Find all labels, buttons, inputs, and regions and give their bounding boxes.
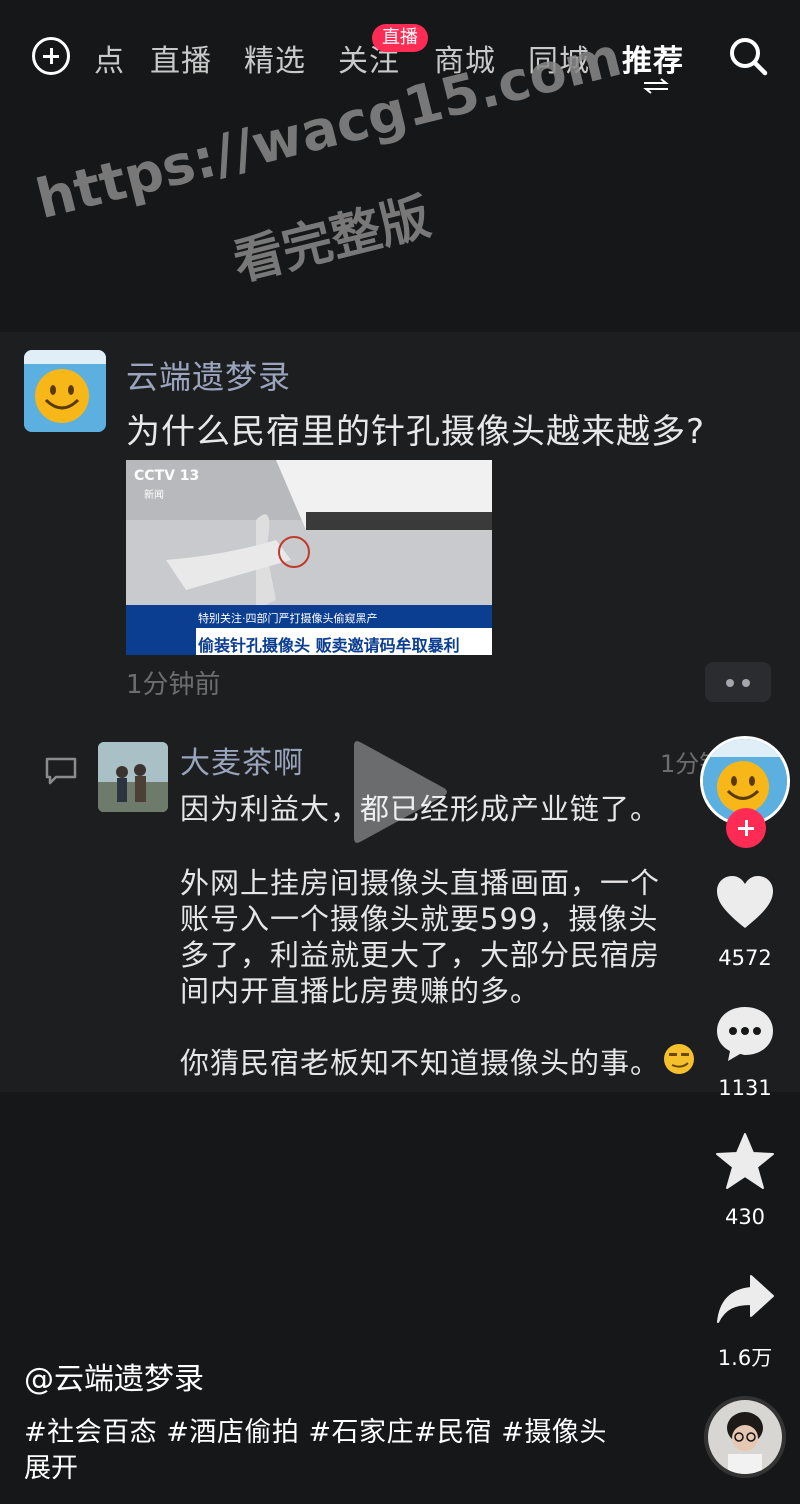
share-count: 1.6万 xyxy=(717,1346,773,1370)
like-count: 4572 xyxy=(718,946,772,970)
cctv-logo-sub: 新闻 xyxy=(144,490,164,501)
couple-photo-icon xyxy=(98,742,168,812)
reply-author-name[interactable]: 大麦茶啊 xyxy=(180,738,304,782)
reply-line: 你猜民宿老板知不知道摄像头的事。 xyxy=(180,1046,661,1080)
watermark: https://wacg15.com 看完整版 xyxy=(20,25,627,300)
share-icon[interactable] xyxy=(715,1270,775,1330)
watermark-text: 看完整版 xyxy=(227,187,436,292)
music-disc-avatar[interactable] xyxy=(704,1396,786,1478)
post-author-name[interactable]: 云端遗梦录 xyxy=(126,352,291,398)
cctv-logo: CCTV 13 xyxy=(134,468,200,484)
favorite-count: 430 xyxy=(724,1205,766,1229)
live-badge: 直播 xyxy=(372,24,428,52)
star-icon[interactable] xyxy=(715,1132,775,1192)
tab-recommended[interactable]: 推荐 xyxy=(622,36,684,80)
dot-icon xyxy=(726,679,734,687)
smiley-icon xyxy=(24,350,106,432)
reply-line: 间内开直播比房费赚的多。 xyxy=(180,974,541,1008)
post-question: 为什么民宿里的针孔摄像头越来越多? xyxy=(126,412,706,452)
smirk-emoji-icon xyxy=(664,1044,694,1074)
follow-plus-button[interactable] xyxy=(726,808,766,848)
hashtags[interactable]: #社会百态 #酒店偷拍 #石家庄#民宿 #摄像头 xyxy=(24,1410,607,1449)
post-time: 1分钟前 xyxy=(126,670,221,700)
play-icon[interactable] xyxy=(350,736,450,848)
swap-icon xyxy=(643,78,669,94)
reply-author-avatar[interactable] xyxy=(98,742,168,812)
video-author[interactable]: @云端遗梦录 xyxy=(24,1354,204,1398)
comment-icon[interactable] xyxy=(715,1004,775,1064)
dot-icon xyxy=(742,679,750,687)
expand-link[interactable]: 展开 xyxy=(24,1446,78,1485)
music-disc-icon xyxy=(708,1400,782,1474)
post-image[interactable]: CCTV 13 新闻 特别关注·四部门严打摄像头偷窥黑产 偷装针孔摄像头 贩卖邀… xyxy=(126,460,492,655)
image-caption-top: 特别关注·四部门严打摄像头偷窥黑产 xyxy=(198,612,378,625)
image-caption-main: 偷装针孔摄像头 贩卖邀请码牟取暴利 xyxy=(198,636,460,655)
post-author-avatar[interactable] xyxy=(24,350,106,432)
comment-count: 1131 xyxy=(718,1076,772,1100)
heart-icon[interactable] xyxy=(715,874,775,934)
reply-comment-icon xyxy=(45,757,77,785)
more-options-button[interactable] xyxy=(705,662,771,702)
search-icon[interactable] xyxy=(728,36,768,76)
